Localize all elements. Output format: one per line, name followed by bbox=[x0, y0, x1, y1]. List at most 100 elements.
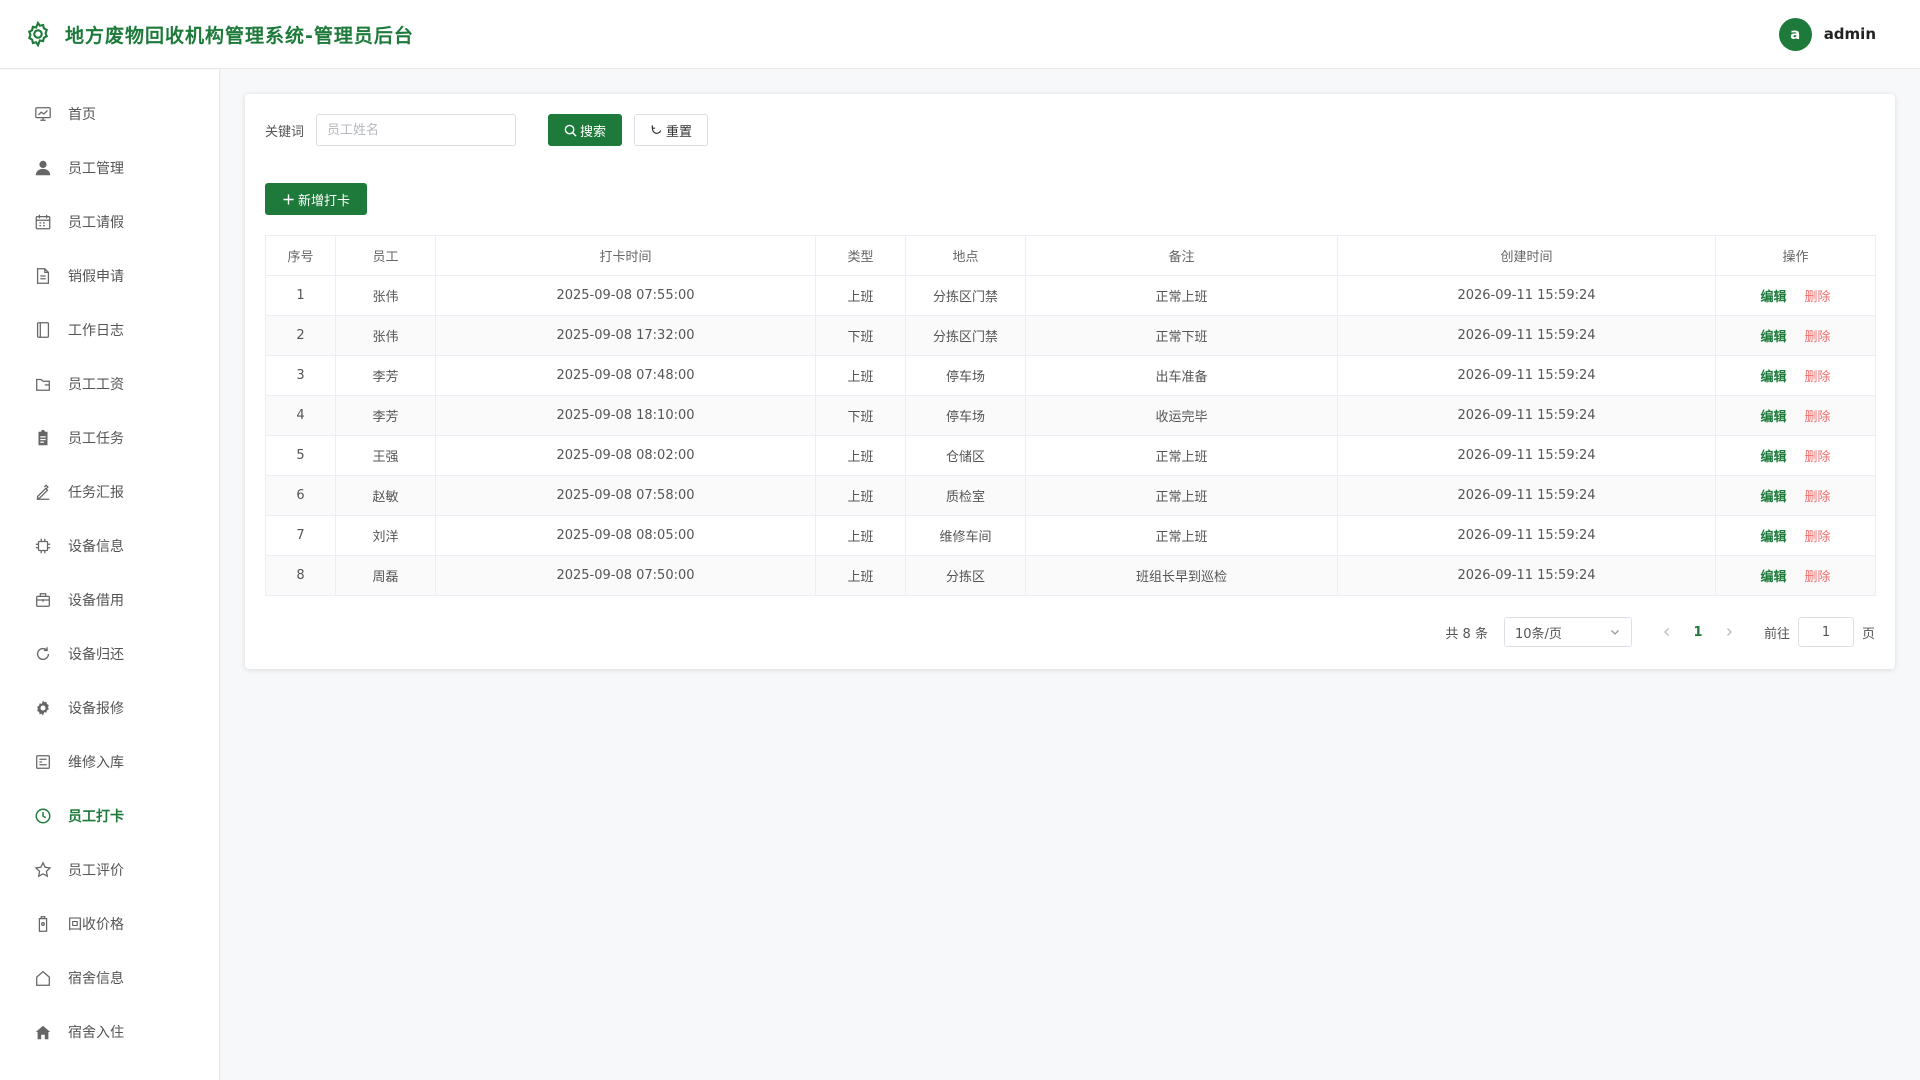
sidebar-item-label: 销假申请 bbox=[68, 269, 124, 285]
wallet-icon bbox=[36, 378, 50, 391]
sidebar-item-device-info[interactable]: 设备信息 bbox=[0, 519, 219, 573]
delete-link[interactable]: 删除 bbox=[1805, 570, 1831, 585]
sidebar-item-employee-management[interactable]: 员工管理 bbox=[0, 141, 219, 195]
sidebar-item-dorm-info[interactable]: 宿舍信息 bbox=[0, 951, 219, 1005]
sidebar-item-label: 员工任务 bbox=[68, 431, 124, 447]
refresh-icon bbox=[651, 124, 662, 134]
edit-link[interactable]: 编辑 bbox=[1760, 410, 1786, 425]
column-header: 类型 bbox=[815, 235, 906, 276]
cell-created: 2026-09-11 15:59:24 bbox=[1337, 515, 1716, 556]
sidebar-item-employee-salary[interactable]: 员工工资 bbox=[0, 357, 219, 411]
reset-button-label: 重置 bbox=[666, 124, 693, 140]
sidebar-item-label: 员工请假 bbox=[68, 215, 124, 231]
sidebar-item-label: 首页 bbox=[68, 107, 96, 123]
delete-link[interactable]: 删除 bbox=[1805, 290, 1831, 305]
sidebar-item-label: 宿舍信息 bbox=[68, 971, 124, 987]
brand: 地方废物回收机构管理系统-管理员后台 bbox=[24, 20, 414, 48]
delete-link[interactable]: 删除 bbox=[1805, 330, 1831, 345]
edit-link[interactable]: 编辑 bbox=[1760, 490, 1786, 505]
keyword-input[interactable] bbox=[316, 114, 517, 146]
sidebar-item-label: 回收价格 bbox=[68, 917, 124, 933]
sidebar-item-recycling-price[interactable]: 回收价格 bbox=[0, 897, 219, 951]
column-header: 打卡时间 bbox=[435, 235, 816, 276]
edit-link[interactable]: 编辑 bbox=[1760, 370, 1786, 385]
cell-actions: 编辑 删除 bbox=[1715, 355, 1876, 396]
sidebar-item-dorm-checkin[interactable]: 宿舍入住 bbox=[0, 1005, 219, 1059]
cell-note: 正常上班 bbox=[1025, 475, 1338, 516]
sidebar-item-work-log[interactable]: 工作日志 bbox=[0, 303, 219, 357]
cell-employee: 周磊 bbox=[335, 555, 436, 596]
cpu-icon bbox=[35, 538, 51, 554]
cell-no: 4 bbox=[265, 395, 336, 436]
cell-time: 2025-09-08 07:50:00 bbox=[435, 555, 816, 596]
clock-in-panel: 关键词 搜索 重置 新增打卡 序号 员工 打卡时间 类型 地点 备注 bbox=[245, 94, 1895, 669]
delete-link[interactable]: 删除 bbox=[1805, 490, 1831, 505]
edit-link[interactable]: 编辑 bbox=[1760, 330, 1786, 345]
next-page-button[interactable] bbox=[1714, 617, 1744, 647]
edit-link[interactable]: 编辑 bbox=[1760, 530, 1786, 545]
cell-employee: 赵敏 bbox=[335, 475, 436, 516]
cell-place: 分拣区门禁 bbox=[905, 315, 1026, 356]
page-number-current[interactable]: 1 bbox=[1682, 625, 1714, 640]
edit-link[interactable]: 编辑 bbox=[1760, 290, 1786, 305]
cell-note: 正常上班 bbox=[1025, 515, 1338, 556]
app-title: 地方废物回收机构管理系统-管理员后台 bbox=[65, 24, 414, 47]
edit-link[interactable]: 编辑 bbox=[1760, 570, 1786, 585]
cell-created: 2026-09-11 15:59:24 bbox=[1337, 475, 1716, 516]
column-header: 序号 bbox=[265, 235, 336, 276]
sidebar-item-label: 员工管理 bbox=[68, 161, 124, 177]
reset-button[interactable]: 重置 bbox=[634, 114, 709, 146]
sidebar-item-device-return[interactable]: 设备归还 bbox=[0, 627, 219, 681]
chevron-right-icon bbox=[1727, 628, 1732, 636]
sidebar-item-employee-review[interactable]: 员工评价 bbox=[0, 843, 219, 897]
prev-page-button[interactable] bbox=[1652, 617, 1682, 647]
cell-employee: 张伟 bbox=[335, 315, 436, 356]
table-row: 1 张伟 2025-09-08 07:55:00 上班 分拣区门禁 正常上班 2… bbox=[265, 275, 1876, 316]
delete-link[interactable]: 删除 bbox=[1805, 450, 1831, 465]
table-row: 3 李芳 2025-09-08 07:48:00 上班 停车场 出车准备 202… bbox=[265, 355, 1876, 396]
cell-place: 仓储区 bbox=[905, 435, 1026, 476]
briefcase-icon bbox=[36, 593, 50, 607]
cell-time: 2025-09-08 07:55:00 bbox=[435, 275, 816, 316]
cell-time: 2025-09-08 07:48:00 bbox=[435, 355, 816, 396]
delete-link[interactable]: 删除 bbox=[1805, 370, 1831, 385]
cell-created: 2026-09-11 15:59:24 bbox=[1337, 315, 1716, 356]
cell-employee: 李芳 bbox=[335, 355, 436, 396]
sidebar-item-device-borrow[interactable]: 设备借用 bbox=[0, 573, 219, 627]
avatar[interactable]: a bbox=[1778, 17, 1812, 51]
plus-icon bbox=[283, 193, 294, 205]
sidebar-item-home[interactable]: 首页 bbox=[0, 87, 219, 141]
sidebar-item-leave-cancel[interactable]: 销假申请 bbox=[0, 249, 219, 303]
sidebar-item-repair-storage[interactable]: 维修入库 bbox=[0, 735, 219, 789]
sidebar-item-device-repair[interactable]: 设备报修 bbox=[0, 681, 219, 735]
house-filled-icon bbox=[35, 1025, 51, 1040]
edit-link[interactable]: 编辑 bbox=[1760, 450, 1786, 465]
delete-link[interactable]: 删除 bbox=[1805, 530, 1831, 545]
username[interactable]: admin bbox=[1824, 25, 1876, 43]
sidebar-item-employee-leave[interactable]: 员工请假 bbox=[0, 195, 219, 249]
keyword-label: 关键词 bbox=[265, 124, 305, 140]
table-row: 7 刘洋 2025-09-08 08:05:00 上班 维修车间 正常上班 20… bbox=[265, 515, 1876, 556]
sidebar-item-label: 设备借用 bbox=[68, 593, 124, 609]
cell-type: 下班 bbox=[815, 395, 906, 436]
sidebar-item-label: 设备报修 bbox=[68, 701, 124, 717]
cell-created: 2026-09-11 15:59:24 bbox=[1337, 395, 1716, 436]
chevron-down-icon bbox=[1611, 630, 1619, 635]
sidebar-item-employee-tasks[interactable]: 员工任务 bbox=[0, 411, 219, 465]
user-menu[interactable]: a admin bbox=[1778, 17, 1876, 51]
cell-no: 6 bbox=[265, 475, 336, 516]
clock-in-table: 序号 员工 打卡时间 类型 地点 备注 创建时间 操作 1 张伟 2025-09… bbox=[265, 235, 1876, 596]
cell-actions: 编辑 删除 bbox=[1715, 395, 1876, 436]
sidebar: 首页 员工管理 员工请假 销假申请 工作日志 员工工资 员工任务 任务汇报 设备… bbox=[0, 70, 220, 1080]
cell-type: 上班 bbox=[815, 555, 906, 596]
goto-page-input[interactable] bbox=[1797, 617, 1854, 647]
cell-employee: 王强 bbox=[335, 435, 436, 476]
sidebar-item-task-report[interactable]: 任务汇报 bbox=[0, 465, 219, 519]
table-row: 8 周磊 2025-09-08 07:50:00 上班 分拣区 班组长早到巡检 … bbox=[265, 555, 1876, 596]
sidebar-item-employee-clock-in[interactable]: 员工打卡 bbox=[0, 789, 219, 843]
page-size-select[interactable]: 10条/页 bbox=[1503, 617, 1632, 647]
delete-link[interactable]: 删除 bbox=[1805, 410, 1831, 425]
add-clock-in-button[interactable]: 新增打卡 bbox=[265, 183, 367, 215]
search-button[interactable]: 搜索 bbox=[548, 114, 623, 146]
cell-no: 5 bbox=[265, 435, 336, 476]
